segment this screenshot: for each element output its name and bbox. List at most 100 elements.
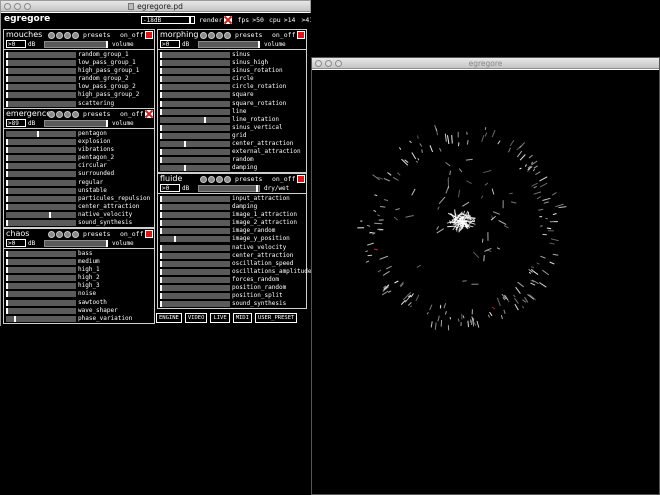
preset-slot-1[interactable] — [200, 31, 207, 39]
param-slider[interactable] — [6, 220, 76, 227]
param-slider[interactable] — [160, 116, 230, 123]
param-slider[interactable] — [160, 165, 230, 172]
onoff-toggle[interactable] — [145, 31, 154, 39]
mode-button-midi[interactable]: MIDI — [232, 313, 252, 323]
pd-window-titlebar[interactable]: egregore.pd — [1, 1, 310, 12]
volume-slider[interactable] — [44, 120, 108, 127]
param-slider[interactable] — [160, 100, 230, 107]
param-slider[interactable] — [6, 275, 76, 282]
param-slider[interactable] — [6, 203, 76, 210]
volume-slider[interactable] — [44, 240, 108, 247]
param-slider[interactable] — [160, 276, 230, 283]
param-slider[interactable] — [160, 124, 230, 131]
param-slider[interactable] — [160, 244, 230, 251]
param-slider[interactable] — [160, 236, 230, 243]
param-slider[interactable] — [160, 157, 230, 164]
volume-number-box[interactable]: >89 — [6, 119, 26, 127]
param-slider[interactable] — [6, 267, 76, 274]
preset-slot-4[interactable] — [72, 110, 79, 118]
param-slider[interactable] — [160, 76, 230, 83]
preset-slot-1[interactable] — [200, 175, 207, 183]
volume-slider[interactable] — [44, 41, 108, 48]
param-slider[interactable] — [160, 141, 230, 148]
preset-slot-2[interactable] — [208, 175, 215, 183]
param-slider[interactable] — [6, 84, 76, 91]
param-slider[interactable] — [160, 60, 230, 67]
param-slider[interactable] — [6, 307, 76, 314]
mode-button-video[interactable]: VIDEO — [184, 313, 208, 323]
preset-slot-3[interactable] — [216, 175, 223, 183]
render-window-titlebar[interactable]: egregore — [312, 58, 659, 69]
preset-slot-1[interactable] — [48, 230, 55, 238]
volume-number-box[interactable]: >0 — [6, 239, 26, 247]
param-slider[interactable] — [160, 285, 230, 292]
param-slider[interactable] — [160, 293, 230, 300]
param-slider[interactable] — [160, 196, 230, 202]
param-slider[interactable] — [160, 212, 230, 219]
preset-slot-1[interactable] — [48, 110, 55, 118]
mode-button-user_preset[interactable]: USER_PRESET — [254, 313, 298, 323]
preset-slot-4[interactable] — [72, 31, 79, 39]
preset-slot-2[interactable] — [208, 31, 215, 39]
param-slider[interactable] — [6, 92, 76, 99]
param-slider[interactable] — [160, 204, 230, 211]
param-slider[interactable] — [6, 100, 76, 107]
preset-slot-2[interactable] — [56, 110, 63, 118]
param-slider[interactable] — [6, 171, 76, 178]
param-slider[interactable] — [6, 147, 76, 154]
mode-button-engine[interactable]: ENGINE — [156, 313, 182, 323]
param-slider[interactable] — [160, 108, 230, 115]
param-slider[interactable] — [6, 68, 76, 75]
preset-slot-2[interactable] — [56, 230, 63, 238]
preset-slot-4[interactable] — [224, 31, 231, 39]
param-slider[interactable] — [6, 195, 76, 202]
param-slider[interactable] — [6, 283, 76, 290]
param-slider[interactable] — [160, 84, 230, 91]
preset-slot-3[interactable] — [64, 230, 71, 238]
param-slider[interactable] — [6, 163, 76, 170]
param-slider[interactable] — [6, 131, 76, 137]
level-number-box[interactable]: -18dB — [141, 16, 195, 24]
param-slider[interactable] — [160, 220, 230, 227]
param-slider[interactable] — [6, 259, 76, 266]
preset-slot-4[interactable] — [72, 230, 79, 238]
volume-slider[interactable] — [198, 185, 260, 192]
param-slider[interactable] — [6, 155, 76, 162]
onoff-toggle[interactable] — [297, 31, 306, 39]
param-slider[interactable] — [160, 268, 230, 275]
param-slider[interactable] — [6, 291, 76, 298]
param-slider[interactable] — [160, 92, 230, 99]
volume-number-box[interactable]: >0 — [160, 40, 180, 48]
volume-slider[interactable] — [198, 41, 260, 48]
onoff-toggle[interactable] — [297, 175, 306, 183]
onoff-toggle[interactable] — [145, 110, 154, 118]
param-slider[interactable] — [6, 299, 76, 306]
param-slider[interactable] — [6, 211, 76, 218]
param-slider[interactable] — [160, 301, 230, 308]
preset-slot-3[interactable] — [64, 110, 71, 118]
param-slider[interactable] — [160, 132, 230, 139]
param-slider[interactable] — [6, 52, 76, 58]
volume-number-box[interactable]: >0 — [160, 184, 180, 192]
param-slider[interactable] — [6, 60, 76, 67]
param-slider[interactable] — [160, 252, 230, 259]
onoff-toggle[interactable] — [145, 230, 154, 238]
render-canvas[interactable] — [312, 70, 659, 494]
param-slider[interactable] — [6, 251, 76, 257]
param-slider[interactable] — [6, 187, 76, 194]
param-slider[interactable] — [160, 52, 230, 58]
param-slider[interactable] — [160, 149, 230, 156]
preset-slot-1[interactable] — [48, 31, 55, 39]
param-slider[interactable] — [6, 76, 76, 83]
preset-slot-4[interactable] — [224, 175, 231, 183]
param-slider[interactable] — [6, 315, 76, 322]
param-slider[interactable] — [160, 228, 230, 235]
param-slider[interactable] — [160, 260, 230, 267]
render-toggle[interactable] — [224, 16, 233, 24]
preset-slot-2[interactable] — [56, 31, 63, 39]
param-slider[interactable] — [6, 179, 76, 186]
preset-slot-3[interactable] — [64, 31, 71, 39]
param-slider[interactable] — [160, 68, 230, 75]
mode-button-live[interactable]: LIVE — [210, 313, 230, 323]
param-slider[interactable] — [6, 139, 76, 146]
